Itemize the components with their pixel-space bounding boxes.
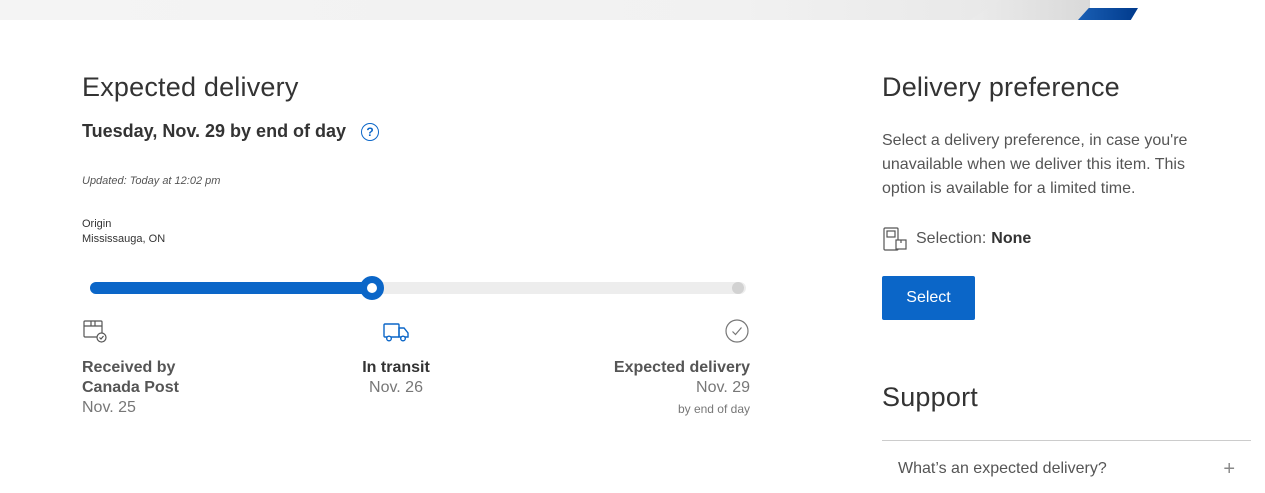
delivery-preference-description: Select a delivery preference, in case yo… — [882, 132, 1188, 197]
step-label: In transit — [362, 359, 430, 376]
expected-delivery-title: Expected delivery — [82, 72, 299, 102]
check-circle-icon — [725, 319, 749, 343]
selection-label: Selection: — [916, 230, 987, 247]
delivery-preference-section: Delivery preference Select a delivery pr… — [882, 70, 1252, 490]
step-label: Received by Canada Post — [82, 359, 179, 396]
progress-track — [90, 276, 746, 300]
parcel-locker-icon — [883, 227, 907, 251]
step-received: Received by Canada Post Nov. 25 — [82, 318, 222, 418]
faq-item[interactable]: What’s an expected delivery? + — [882, 441, 1251, 493]
step-in-transit: In transit Nov. 26 — [326, 318, 466, 398]
origin-value: Mississauga, ON — [82, 233, 166, 245]
selection-row: Selection: None — [882, 226, 1252, 252]
step-label: Expected delivery — [613, 359, 750, 376]
progress-knob — [360, 276, 384, 300]
step-sub: by end of day — [677, 402, 750, 416]
delivery-date: Tuesday, Nov. 29 by end of day — [82, 121, 347, 141]
origin-block: Origin Mississauga, ON — [82, 217, 752, 247]
expected-delivery-section: Expected delivery Tuesday, Nov. 29 by en… — [82, 70, 752, 416]
truck-icon — [383, 323, 409, 342]
step-date: Nov. 25 — [82, 399, 136, 416]
progress-end-dot — [732, 282, 744, 294]
help-icon[interactable]: ? — [361, 122, 380, 141]
origin-label: Origin — [82, 218, 112, 230]
top-banner — [0, 0, 1265, 20]
selection-value: None — [991, 230, 1032, 247]
package-check-icon — [83, 320, 107, 343]
plus-icon[interactable]: + — [1223, 458, 1235, 481]
delivery-preference-title: Delivery preference — [882, 72, 1120, 102]
faq-question: What’s an expected delivery? — [898, 460, 1107, 477]
updated-timestamp: Updated: Today at 12:02 pm — [82, 175, 221, 187]
support-title: Support — [882, 382, 978, 412]
step-date: Nov. 26 — [369, 379, 423, 396]
step-date: Nov. 29 — [696, 379, 750, 396]
delivery-date-row: Tuesday, Nov. 29 by end of day ? — [82, 121, 752, 142]
select-button[interactable]: Select — [882, 276, 975, 320]
step-expected: Expected delivery Nov. 29 by end of day — [610, 318, 750, 418]
progress-fill — [90, 282, 372, 294]
